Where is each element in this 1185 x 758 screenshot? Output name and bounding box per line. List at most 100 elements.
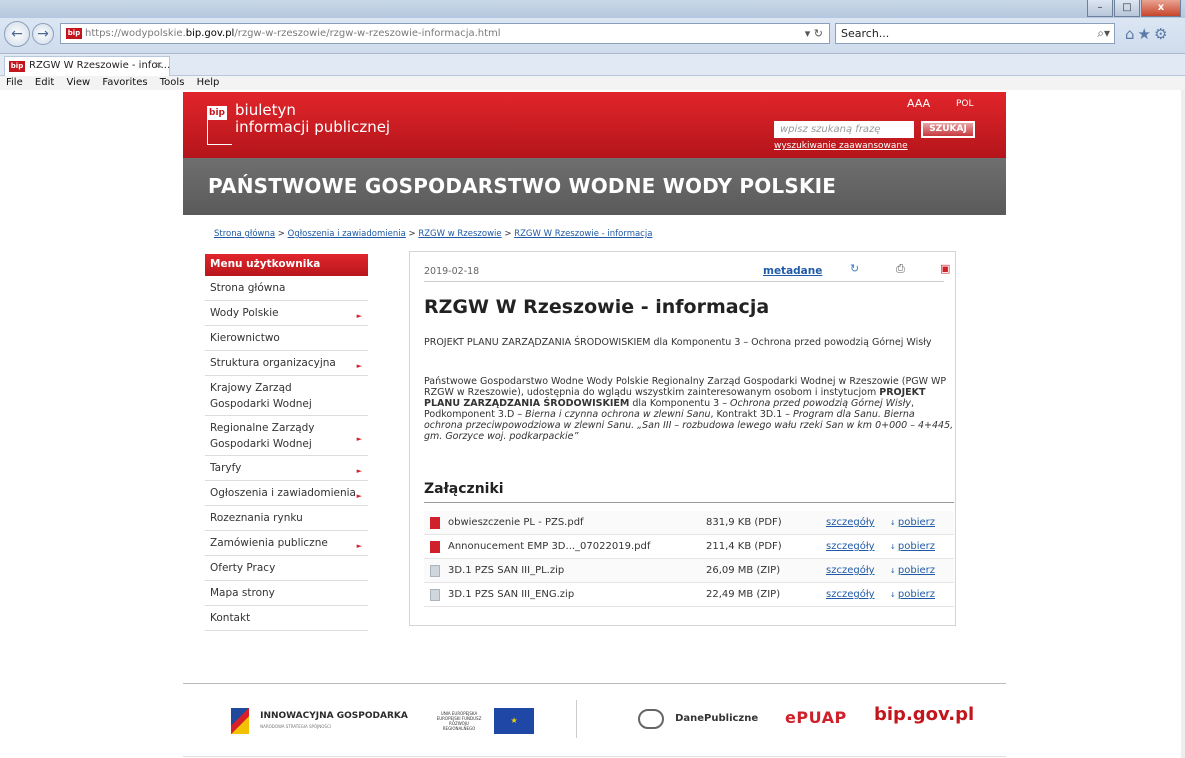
browser-search-input[interactable]: Search... ⌕▾ <box>835 23 1115 44</box>
ig-emblem-icon <box>231 708 249 734</box>
sidebar-item-management[interactable]: Kierownictwo <box>205 326 368 351</box>
pdf-file-icon <box>430 517 440 529</box>
sidebar-item-home[interactable]: Strona główna <box>205 276 368 301</box>
sidebar-item-structure[interactable]: Struktura organizacyjna ► <box>205 351 368 376</box>
attachment-row: 3D.1 PZS SAN III_PL.zip 26,09 MB (ZIP) s… <box>424 559 954 583</box>
browser-menubar: File Edit View Favorites Tools Help <box>0 76 1185 90</box>
arrow-right-icon: ► <box>356 492 362 500</box>
sidebar-item-contact[interactable]: Kontakt <box>205 606 368 631</box>
home-icon[interactable]: ⌂ <box>1125 25 1138 43</box>
attachment-download-link[interactable]: pobierz <box>890 541 935 552</box>
body-italic: Ochrona przed powodzią Górnej Wisły <box>730 398 911 409</box>
institution-bar: PAŃSTWOWE GOSPODARSTWO WODNE WODY POLSKI… <box>183 158 1006 215</box>
font-size-switcher[interactable]: AAA <box>907 97 930 110</box>
arrow-right-icon: ► <box>356 434 362 443</box>
print-icon[interactable]: ⎙ <box>896 262 905 276</box>
bip-gov-logo[interactable]: bip.gov.pl <box>874 704 974 725</box>
font-size-label[interactable]: AAA <box>907 97 930 110</box>
sidebar-item-tariffs[interactable]: Taryfy ► <box>205 456 368 481</box>
sidebar-item-kzgw[interactable]: Krajowy Zarząd Gospodarki Wodnej <box>205 376 368 416</box>
sidebar-item-label: Mapa strony <box>210 587 275 599</box>
sidebar-item-sitemap[interactable]: Mapa strony <box>205 581 368 606</box>
tab-strip: bip RZGW W Rzeszowie - infor... × <box>0 54 1185 76</box>
refresh-icon[interactable]: ▾ ↻ <box>805 24 823 43</box>
bip-logo-text[interactable]: biuletyn informacji publicznej <box>235 102 390 136</box>
page-scrollbar[interactable] <box>1181 90 1185 758</box>
attachment-details-link[interactable]: szczegóły <box>826 589 875 600</box>
sidebar-item-market-research[interactable]: Rozeznania rynku <box>205 506 368 531</box>
site-search-input[interactable]: wpisz szukaną frazę <box>774 121 914 138</box>
article-title: RZGW W Rzeszowie - informacja <box>424 296 770 318</box>
attachment-download-link[interactable]: pobierz <box>890 565 935 576</box>
favorites-star-icon[interactable]: ★ <box>1138 25 1154 43</box>
language-link[interactable]: POL <box>956 99 974 109</box>
attachment-name[interactable]: 3D.1 PZS SAN III_PL.zip <box>448 565 564 576</box>
attachment-row: obwieszczenie PL - PZS.pdf 831,9 KB (PDF… <box>424 511 954 535</box>
search-icon[interactable]: ⌕▾ <box>1097 24 1110 43</box>
menu-help[interactable]: Help <box>197 77 220 88</box>
breadcrumb-sep: > <box>405 229 419 239</box>
sidebar-item-rzgw[interactable]: Regionalne Zarządy Gospodarki Wodnej ► <box>205 416 368 456</box>
breadcrumb-home[interactable]: Strona główna <box>214 229 275 239</box>
attachment-details-link[interactable]: szczegóły <box>826 517 875 528</box>
settings-gear-icon[interactable]: ⚙ <box>1154 25 1170 43</box>
sidebar-item-label: Zamówienia publiczne <box>210 537 328 549</box>
search-placeholder: Search... <box>841 27 890 40</box>
divider <box>424 502 954 503</box>
tab-active[interactable]: bip RZGW W Rzeszowie - infor... × <box>4 56 170 76</box>
innowacyjna-gospodarka-logo[interactable]: INNOWACYJNA GOSPODARKA NARODOWA STRATEGI… <box>231 708 408 734</box>
minimize-button[interactable]: – <box>1087 0 1113 17</box>
breadcrumb-current[interactable]: RZGW W Rzeszowie - informacja <box>514 229 652 239</box>
sidebar-item-public-procurement[interactable]: Zamówienia publiczne ► <box>205 531 368 556</box>
epuap-logo[interactable]: ePUAP <box>785 708 847 727</box>
breadcrumb-rzgw[interactable]: RZGW w Rzeszowie <box>418 229 501 239</box>
tab-favicon-icon: bip <box>9 61 25 72</box>
forward-button[interactable]: → <box>32 23 54 45</box>
sidebar-item-announcements[interactable]: Ogłoszenia i zawiadomienia ► <box>205 481 368 506</box>
menu-edit[interactable]: Edit <box>35 77 54 88</box>
attachment-download-link[interactable]: pobierz <box>890 589 935 600</box>
ig-title: INNOWACYJNA GOSPODARKA <box>260 710 408 721</box>
attachment-name[interactable]: 3D.1 PZS SAN III_ENG.zip <box>448 589 574 600</box>
attachment-name[interactable]: obwieszczenie PL - PZS.pdf <box>448 517 584 528</box>
arrow-right-icon: ► <box>356 467 362 475</box>
menu-favorites[interactable]: Favorites <box>102 77 147 88</box>
close-window-button[interactable]: x <box>1141 0 1181 17</box>
close-tab-icon[interactable]: × <box>155 57 163 75</box>
eu-logo[interactable]: UNIA EUROPEJSKA EUROPEJSKI FUNDUSZ ROZWO… <box>435 708 535 734</box>
arrow-right-icon: ► <box>356 362 362 370</box>
bip-logo-icon[interactable]: bip <box>207 106 227 120</box>
article-body: Państwowe Gospodarstwo Wodne Wody Polski… <box>424 376 954 442</box>
pdf-export-icon[interactable]: ▣ <box>940 262 950 275</box>
menu-view[interactable]: View <box>66 77 90 88</box>
sidebar-item-jobs[interactable]: Oferty Pracy <box>205 556 368 581</box>
attachment-details-link[interactable]: szczegóły <box>826 565 875 576</box>
logo-line-2: informacji publicznej <box>235 118 391 136</box>
pdf-file-icon <box>430 541 440 553</box>
sidebar-item-label: Regionalne Zarządy Gospodarki Wodnej <box>210 421 315 450</box>
history-icon[interactable]: ↻ <box>850 262 859 275</box>
address-input[interactable]: bip https://wodypolskie.bip.gov.pl/rzgw-… <box>60 23 830 44</box>
breadcrumb-announcements[interactable]: Ogłoszenia i zawiadomienia <box>288 229 406 239</box>
sidebar-item-label: Kierownictwo <box>210 332 280 344</box>
attachment-row: 3D.1 PZS SAN III_ENG.zip 22,49 MB (ZIP) … <box>424 583 954 607</box>
attachments-heading: Załączniki <box>424 481 504 497</box>
attachment-details-link[interactable]: szczegóły <box>826 541 875 552</box>
menu-tools[interactable]: Tools <box>160 77 185 88</box>
advanced-search-link[interactable]: wyszukiwanie zaawansowane <box>774 141 908 151</box>
sidebar-item-label: Oferty Pracy <box>210 562 276 574</box>
menu-file[interactable]: File <box>6 77 23 88</box>
dane-publiczne-logo[interactable]: DanePubliczne <box>638 708 758 729</box>
maximize-button[interactable]: □ <box>1114 0 1140 17</box>
eu-flag-icon: ★ <box>494 708 535 734</box>
sidebar-item-wody-polskie[interactable]: Wody Polskie ► <box>205 301 368 326</box>
attachment-name[interactable]: Annonucement EMP 3D..._07022019.pdf <box>448 541 650 552</box>
window-controls: – □ x <box>1086 0 1181 17</box>
back-button[interactable]: ← <box>4 21 30 47</box>
logo-line-1: biuletyn <box>235 101 296 119</box>
metadata-link[interactable]: metadane <box>763 265 822 277</box>
search-button[interactable]: SZUKAJ <box>921 121 975 138</box>
attachment-download-link[interactable]: pobierz <box>890 517 935 528</box>
zip-file-icon <box>430 565 440 577</box>
attachment-size: 211,4 KB (PDF) <box>706 541 782 552</box>
